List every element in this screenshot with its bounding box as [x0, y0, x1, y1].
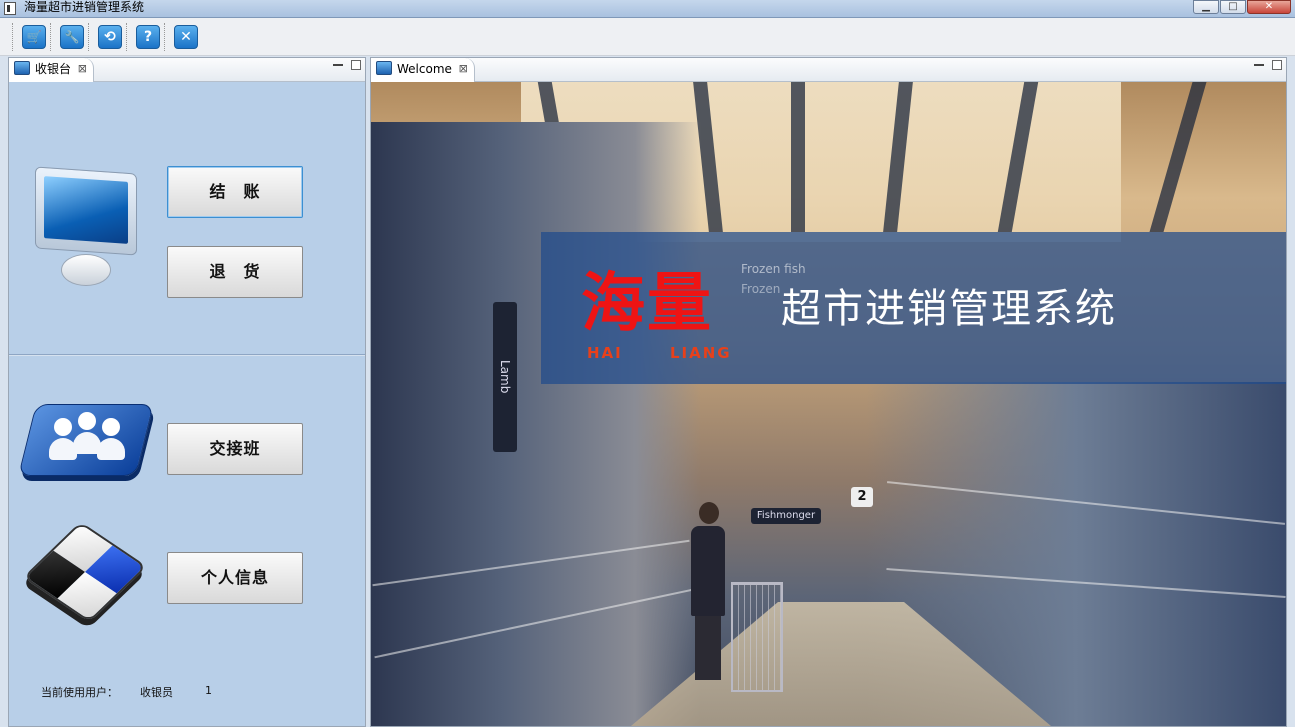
current-user-id: 1 — [205, 684, 212, 697]
refresh-icon[interactable]: ⟲ — [98, 24, 122, 49]
welcome-image: Lamb Fishmonger 2 Frozen fish Frozen 海量 … — [371, 82, 1286, 726]
help-icon[interactable]: ? — [136, 24, 160, 49]
monitor-icon — [31, 166, 141, 290]
minimize-button[interactable]: ▁ — [1193, 0, 1219, 14]
sign-lamb: Lamb — [493, 302, 517, 452]
return-goods-button[interactable]: 退 货 — [167, 246, 303, 298]
monitor-icon — [376, 61, 392, 75]
cart-icon[interactable]: 🛒 — [22, 24, 46, 49]
tab-close-icon[interactable]: ⊠ — [459, 58, 468, 80]
brand-pinyin: HAI LIANG — [587, 344, 772, 362]
shift-handover-button[interactable]: 交接班 — [167, 423, 303, 475]
brand-pinyin-1: HAI — [587, 344, 623, 362]
sign-frozen: Frozen — [741, 282, 781, 296]
close-window-button[interactable]: ✕ — [1247, 0, 1291, 14]
panel-controls — [1254, 60, 1282, 70]
maximize-panel-icon[interactable] — [351, 60, 361, 70]
monitor-icon — [14, 61, 30, 75]
tab-welcome-label: Welcome — [397, 62, 452, 76]
left-freezer-shelves — [371, 122, 701, 726]
close-icon[interactable]: ✕ — [174, 24, 198, 49]
ceiling-beam — [791, 82, 805, 232]
window-title: 海量超市进销管理系统 — [24, 0, 145, 14]
toolbar-separator — [50, 22, 54, 51]
wrench-icon[interactable]: 🔧 — [60, 24, 84, 49]
app-icon — [4, 2, 16, 15]
title-banner: Frozen fish Frozen 海量 HAI LIANG 超市进销管理系统 — [541, 232, 1286, 384]
sign-fishmonger: Fishmonger — [751, 508, 821, 524]
current-user-label: 当前使用用户： — [41, 686, 118, 699]
toolbar-separator — [88, 22, 92, 51]
current-user-role: 收银员 — [140, 686, 173, 699]
sign-frozen-fish: Frozen fish — [741, 262, 806, 276]
profile-checker-icon — [22, 521, 148, 636]
minimize-panel-icon[interactable] — [333, 60, 343, 66]
tab-close-icon[interactable]: ⊠ — [78, 58, 87, 80]
tab-cashier[interactable]: 收银台 ⊠ — [9, 58, 95, 82]
brand-logo: 海量 — [581, 266, 713, 341]
personal-info-button[interactable]: 个人信息 — [167, 552, 303, 604]
welcome-tab-bar: Welcome ⊠ — [371, 58, 1286, 82]
tab-welcome[interactable]: Welcome ⊠ — [371, 58, 475, 82]
cashier-tab-bar: 收银台 ⊠ — [9, 58, 365, 82]
sign-aisle-number: 2 — [851, 487, 873, 507]
welcome-panel: Welcome ⊠ Lamb Fishmonger 2 Frozen fish — [370, 57, 1287, 727]
toolbar-separator — [126, 22, 130, 51]
tab-cashier-label: 收银台 — [35, 62, 72, 76]
panel-controls — [333, 60, 361, 70]
toolbar-separator — [12, 22, 16, 51]
minimize-panel-icon[interactable] — [1254, 60, 1264, 66]
maximize-button[interactable]: □ — [1220, 0, 1246, 14]
window-title-bar[interactable]: 海量超市进销管理系统 ▁ □ ✕ — [0, 0, 1295, 18]
shopping-cart — [731, 582, 783, 692]
ceiling-beam — [1149, 82, 1207, 232]
section-divider — [9, 354, 365, 356]
maximize-panel-icon[interactable] — [1272, 60, 1282, 70]
system-title: 超市进销管理系统 — [781, 286, 1117, 332]
checkout-button[interactable]: 结 账 — [167, 166, 303, 218]
brand-pinyin-2: LIANG — [669, 344, 732, 362]
toolbar-separator — [164, 22, 168, 51]
users-icon — [18, 396, 154, 486]
cashier-body: 结 账 退 货 交接班 个人信息 当前使用用户： 收银员 1 — [9, 82, 365, 726]
main-toolbar: 🛒 🔧 ⟲ ? ✕ — [0, 18, 1295, 56]
window-controls: ▁ □ ✕ — [1192, 0, 1291, 14]
cashier-panel: 收银台 ⊠ 结 账 退 货 交接班 个人信息 当前使用用户： 收银员 1 — [8, 57, 366, 727]
